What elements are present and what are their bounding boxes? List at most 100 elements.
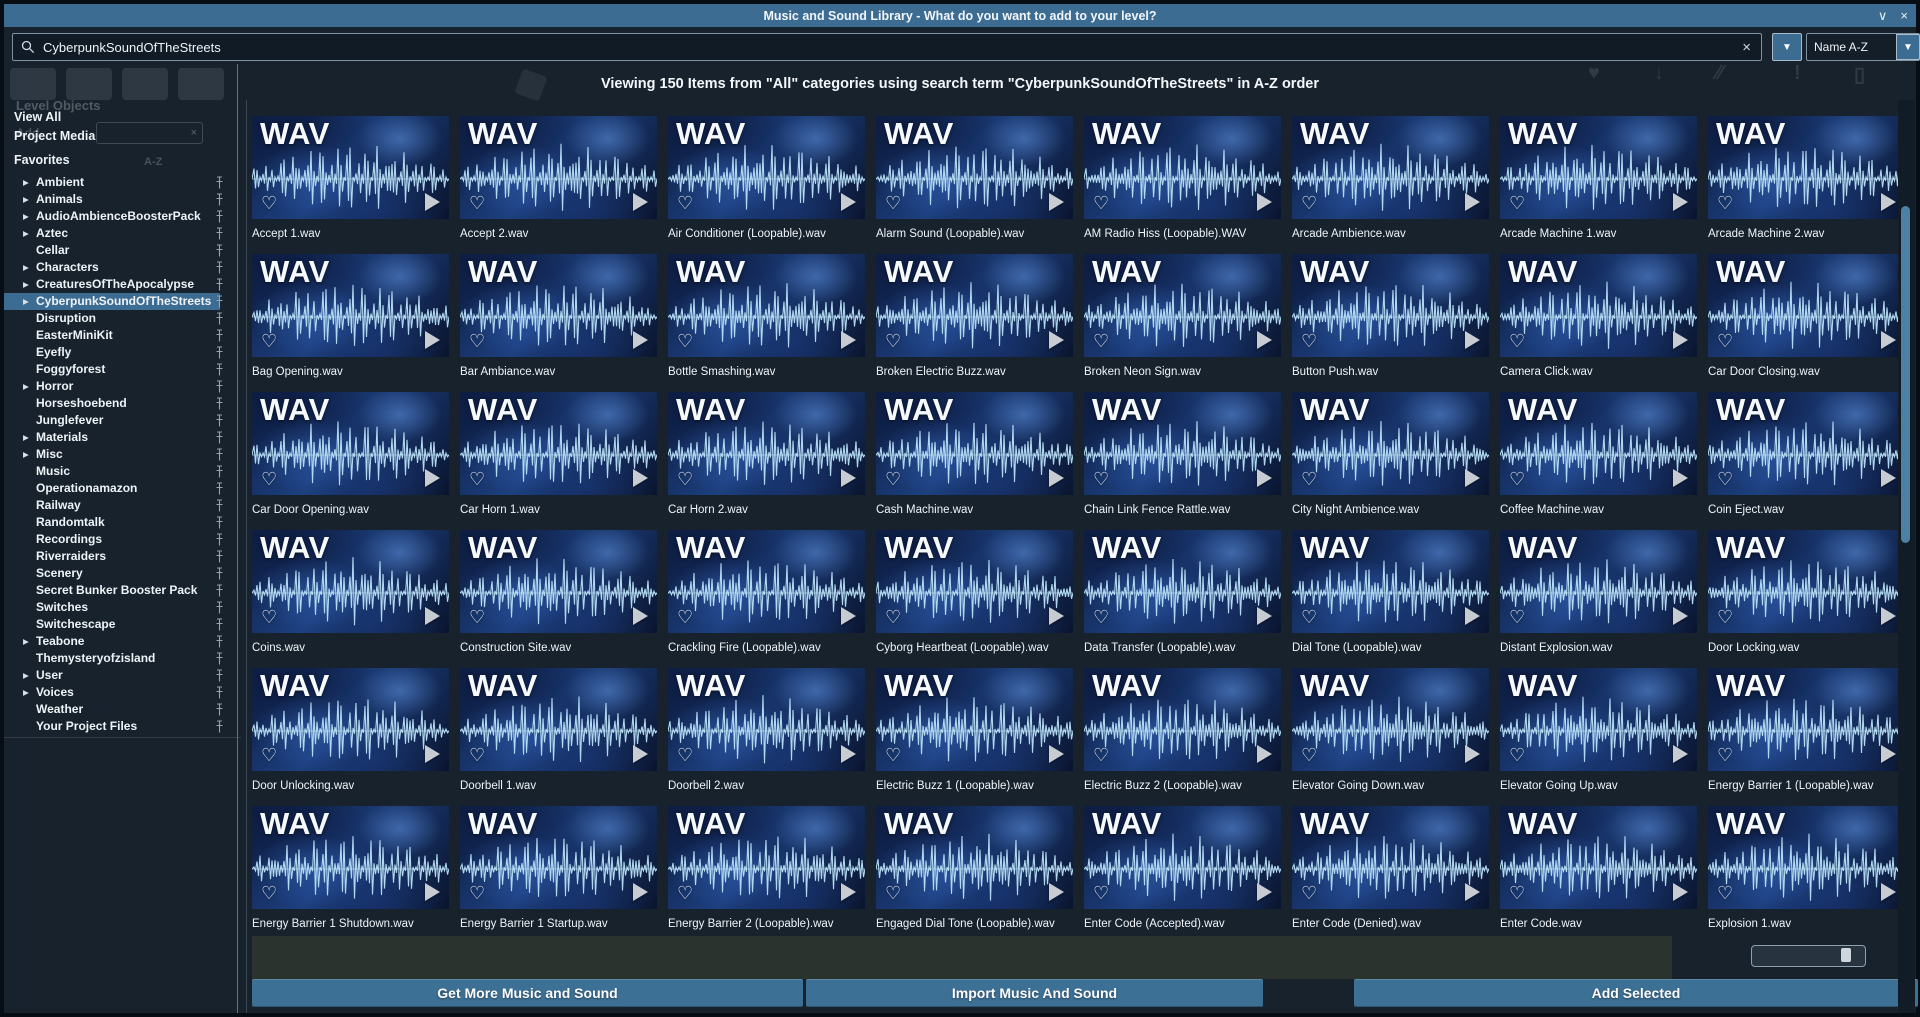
expand-arrow-icon[interactable]: ▶ xyxy=(23,191,36,208)
play-icon[interactable] xyxy=(1881,883,1896,901)
sound-tile-preview[interactable]: WAV♡ xyxy=(876,254,1073,357)
sidebar-category-switchescape[interactable]: Switchescape xyxy=(4,616,237,633)
category-row-main[interactable]: ▶Materials xyxy=(4,429,97,446)
favorite-heart-icon[interactable]: ♡ xyxy=(885,331,901,352)
sidebar-category-user[interactable]: ▶User xyxy=(4,667,237,684)
sound-item[interactable]: WAV♡Chain Link Fence Rattle.wav xyxy=(1084,392,1281,530)
category-row-main[interactable]: Music xyxy=(4,463,79,480)
sound-tile-preview[interactable]: WAV♡ xyxy=(1708,668,1905,771)
favorite-heart-icon[interactable]: ♡ xyxy=(677,331,693,352)
category-row-main[interactable]: Recordings xyxy=(4,531,111,548)
favorite-heart-icon[interactable]: ♡ xyxy=(469,331,485,352)
favorite-heart-icon[interactable]: ♡ xyxy=(1093,193,1109,214)
sound-tile-preview[interactable]: WAV♡ xyxy=(460,806,657,909)
sound-item[interactable]: WAV♡Energy Barrier 1 (Loopable).wav xyxy=(1708,668,1905,806)
play-icon[interactable] xyxy=(1257,883,1272,901)
play-icon[interactable] xyxy=(1465,193,1480,211)
sound-tile-preview[interactable]: WAV♡ xyxy=(1708,392,1905,495)
play-icon[interactable] xyxy=(1049,331,1064,349)
sound-item[interactable]: WAV♡Car Horn 2.wav xyxy=(668,392,865,530)
sidebar-category-cellar[interactable]: Cellar xyxy=(4,242,237,259)
sound-tile-preview[interactable]: WAV♡ xyxy=(252,530,449,633)
sound-item[interactable]: WAV♡Camera Click.wav xyxy=(1500,254,1697,392)
category-row-main[interactable]: ▶CreaturesOfTheApocalypse xyxy=(4,276,203,293)
favorite-heart-icon[interactable]: ♡ xyxy=(1093,745,1109,766)
category-row-main[interactable]: Junglefever xyxy=(4,412,112,429)
sidebar-category-junglefever[interactable]: Junglefever xyxy=(4,412,237,429)
sound-tile-preview[interactable]: WAV♡ xyxy=(252,392,449,495)
sound-tile-preview[interactable]: WAV♡ xyxy=(252,668,449,771)
play-icon[interactable] xyxy=(633,745,648,763)
sound-item[interactable]: WAV♡Button Push.wav xyxy=(1292,254,1489,392)
collapse-icon[interactable]: ∨ xyxy=(1878,8,1888,24)
play-icon[interactable] xyxy=(1881,745,1896,763)
sound-item[interactable]: WAV♡Electric Buzz 1 (Loopable).wav xyxy=(876,668,1073,806)
sound-tile-preview[interactable]: WAV♡ xyxy=(668,530,865,633)
sound-tile-preview[interactable]: WAV♡ xyxy=(876,806,1073,909)
scrollbar-thumb[interactable] xyxy=(1901,206,1910,543)
category-row-main[interactable]: Scenery xyxy=(4,565,92,582)
category-row-main[interactable]: ▶Voices xyxy=(4,684,83,701)
sidebar-category-disruption[interactable]: Disruption xyxy=(4,310,237,327)
sound-item[interactable]: WAV♡Elevator Going Down.wav xyxy=(1292,668,1489,806)
category-row-main[interactable]: Secret Bunker Booster Pack xyxy=(4,582,206,599)
sound-item[interactable]: WAV♡Broken Electric Buzz.wav xyxy=(876,254,1073,392)
sound-tile-preview[interactable]: WAV♡ xyxy=(1084,116,1281,219)
sound-item[interactable]: WAV♡Broken Neon Sign.wav xyxy=(1084,254,1281,392)
sidebar-category-eyefly[interactable]: Eyefly xyxy=(4,344,237,361)
favorite-heart-icon[interactable]: ♡ xyxy=(469,607,485,628)
sidebar-category-teabone[interactable]: ▶Teabone xyxy=(4,633,237,650)
sound-tile-preview[interactable]: WAV♡ xyxy=(668,392,865,495)
category-row-main[interactable]: ▶Horror xyxy=(4,378,82,395)
sound-tile-preview[interactable]: WAV♡ xyxy=(876,530,1073,633)
favorite-heart-icon[interactable]: ♡ xyxy=(677,607,693,628)
sidebar-category-secret-bunker-booster-pack[interactable]: Secret Bunker Booster Pack xyxy=(4,582,237,599)
sound-tile-preview[interactable]: WAV♡ xyxy=(1500,254,1697,357)
favorite-heart-icon[interactable]: ♡ xyxy=(1717,469,1733,490)
filter-dropdown-button[interactable]: ▼ xyxy=(1772,33,1802,61)
sound-tile-preview[interactable]: WAV♡ xyxy=(1500,806,1697,909)
sound-tile-preview[interactable]: WAV♡ xyxy=(1084,806,1281,909)
play-icon[interactable] xyxy=(1257,331,1272,349)
sound-tile-preview[interactable]: WAV♡ xyxy=(1292,806,1489,909)
sound-tile-preview[interactable]: WAV♡ xyxy=(668,116,865,219)
sidebar-category-voices[interactable]: ▶Voices xyxy=(4,684,237,701)
sidebar-category-creaturesoftheapocalypse[interactable]: ▶CreaturesOfTheApocalypse xyxy=(4,276,237,293)
sidebar-category-cyberpunksoundofthestreets[interactable]: ▶CyberpunkSoundOfTheStreets xyxy=(4,293,237,310)
sound-tile-preview[interactable]: WAV♡ xyxy=(668,668,865,771)
sound-item[interactable]: WAV♡Energy Barrier 1 Startup.wav xyxy=(460,806,657,944)
play-icon[interactable] xyxy=(1257,745,1272,763)
favorite-heart-icon[interactable]: ♡ xyxy=(1509,745,1525,766)
sidebar-category-operationamazon[interactable]: Operationamazon xyxy=(4,480,237,497)
favorite-heart-icon[interactable]: ♡ xyxy=(1717,745,1733,766)
sidebar-item-view-all[interactable]: View All xyxy=(4,108,237,127)
sound-item[interactable]: WAV♡Car Door Closing.wav xyxy=(1708,254,1905,392)
category-row-main[interactable]: Eyefly xyxy=(4,344,80,361)
chevron-down-icon[interactable]: ▼ xyxy=(1896,34,1920,60)
favorite-heart-icon[interactable]: ♡ xyxy=(1509,883,1525,904)
favorite-heart-icon[interactable]: ♡ xyxy=(1093,607,1109,628)
favorite-heart-icon[interactable]: ♡ xyxy=(1301,607,1317,628)
expand-arrow-icon[interactable]: ▶ xyxy=(23,259,36,276)
favorite-heart-icon[interactable]: ♡ xyxy=(1509,331,1525,352)
sound-tile-preview[interactable]: WAV♡ xyxy=(1084,254,1281,357)
sound-tile-preview[interactable]: WAV♡ xyxy=(1292,116,1489,219)
play-icon[interactable] xyxy=(1049,745,1064,763)
sound-tile-preview[interactable]: WAV♡ xyxy=(252,806,449,909)
play-icon[interactable] xyxy=(1673,331,1688,349)
sidebar-category-audioambienceboosterpack[interactable]: ▶AudioAmbienceBoosterPack xyxy=(4,208,237,225)
sound-item[interactable]: WAV♡AM Radio Hiss (Loopable).WAV xyxy=(1084,116,1281,254)
sidebar-category-switches[interactable]: Switches xyxy=(4,599,237,616)
clear-search-icon[interactable]: × xyxy=(1742,39,1751,56)
play-icon[interactable] xyxy=(633,331,648,349)
sound-item[interactable]: WAV♡Elevator Going Up.wav xyxy=(1500,668,1697,806)
favorite-heart-icon[interactable]: ♡ xyxy=(261,745,277,766)
play-icon[interactable] xyxy=(841,193,856,211)
play-icon[interactable] xyxy=(1673,193,1688,211)
sound-item[interactable]: WAV♡Distant Explosion.wav xyxy=(1500,530,1697,668)
favorite-heart-icon[interactable]: ♡ xyxy=(885,193,901,214)
sound-tile-preview[interactable]: WAV♡ xyxy=(1084,392,1281,495)
play-icon[interactable] xyxy=(1673,607,1688,625)
sound-item[interactable]: WAV♡City Night Ambience.wav xyxy=(1292,392,1489,530)
sound-item[interactable]: WAV♡Enter Code (Denied).wav xyxy=(1292,806,1489,944)
